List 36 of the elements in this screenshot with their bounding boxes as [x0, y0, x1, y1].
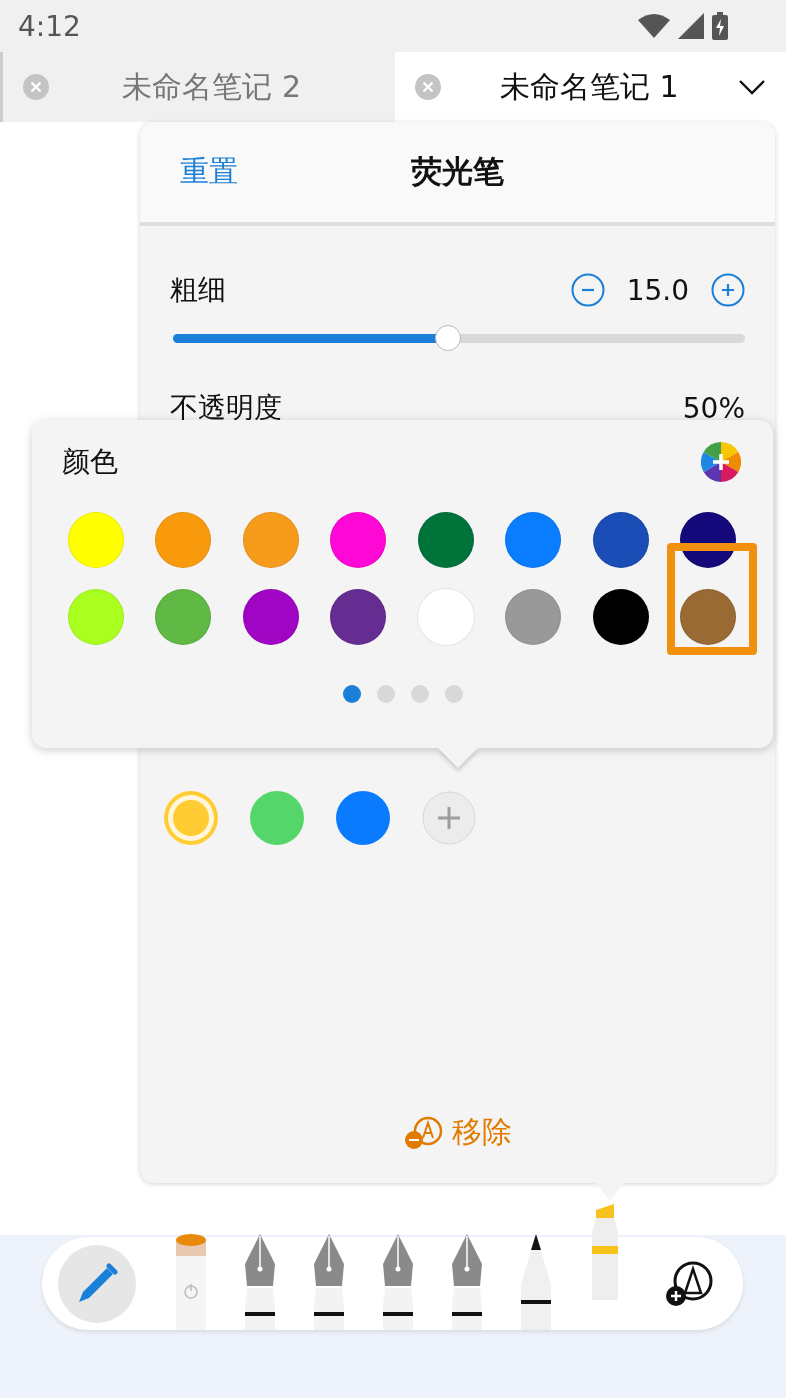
pen-mode-button[interactable] — [58, 1244, 136, 1323]
minus-icon[interactable] — [570, 273, 605, 307]
page-dot[interactable] — [376, 685, 395, 703]
thickness-value: 15.0 — [626, 273, 689, 307]
fountain-pen-icon[interactable] — [245, 1234, 275, 1330]
add-tool-icon[interactable] — [665, 1260, 713, 1307]
eraser-icon[interactable] — [176, 1234, 206, 1330]
page-dot[interactable] — [342, 685, 361, 703]
fountain-pen-icon[interactable] — [452, 1234, 482, 1330]
thickness-slider[interactable] — [173, 325, 745, 351]
battery-icon — [712, 12, 728, 40]
popup-title: 颜色 — [62, 444, 118, 480]
status-time: 4:12 — [18, 9, 81, 43]
fountain-pen-icon[interactable] — [314, 1234, 344, 1330]
page-dot[interactable] — [444, 685, 463, 703]
recent-color-swatch[interactable] — [250, 791, 304, 845]
signal-icon — [678, 13, 704, 39]
fountain-pen-icon[interactable] — [383, 1234, 413, 1330]
note-tab[interactable]: 未命名笔记 1 — [394, 52, 786, 122]
wifi-icon — [638, 14, 670, 38]
remove-button[interactable]: 移除 — [403, 1112, 512, 1153]
color-swatch[interactable] — [242, 589, 299, 645]
opacity-label: 不透明度 — [170, 390, 282, 426]
add-color-icon[interactable] — [422, 791, 476, 845]
plus-icon[interactable] — [711, 273, 745, 307]
panel-title: 荧光笔 — [411, 152, 504, 191]
reset-link[interactable]: 重置 — [180, 152, 238, 192]
color-swatch[interactable] — [242, 512, 299, 568]
thickness-label: 粗细 — [170, 272, 226, 308]
chevron-down-icon[interactable] — [738, 79, 766, 95]
recent-color-swatch[interactable] — [336, 791, 390, 845]
pencil-tool-icon[interactable] — [521, 1234, 551, 1330]
slider-thumb[interactable] — [434, 325, 461, 351]
opacity-value: 50% — [682, 391, 745, 425]
color-wheel-icon[interactable] — [701, 442, 741, 482]
page-dot[interactable] — [410, 685, 429, 703]
